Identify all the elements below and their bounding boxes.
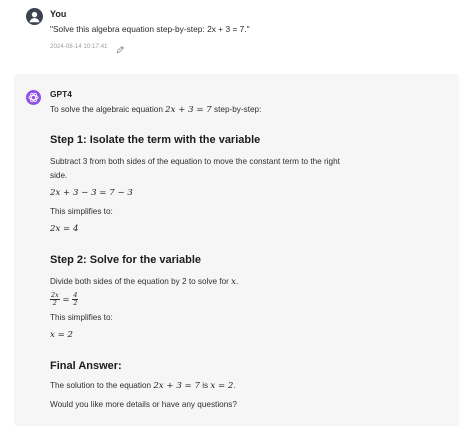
- user-message-text: "Solve this algebra equation step-by-ste…: [50, 24, 250, 34]
- followup-question: Would you like more details or have any …: [50, 400, 237, 409]
- step2-simplifies-text: This simplifies to:: [50, 313, 113, 322]
- final-answer-prefix: The solution to the equation: [50, 381, 152, 390]
- step1-text-line1: Subtract 3 from both sides of the equati…: [50, 157, 340, 166]
- assistant-message: GPT4 To solve the algebraic equation 2x …: [14, 74, 459, 426]
- intro-equation: 2x + 3 = 7: [165, 105, 212, 115]
- step1-text-line2: side.: [50, 171, 68, 180]
- step1-simplifies-text: This simplifies to:: [50, 207, 113, 216]
- user-name: You: [50, 9, 67, 19]
- final-answer-suffix: .: [233, 381, 236, 390]
- openai-logo-icon: [26, 90, 41, 105]
- step2-text-prefix: Divide both sides of the equation by 2 t…: [50, 277, 229, 286]
- right-fraction: 4 2: [72, 292, 79, 307]
- pencil-icon[interactable]: [116, 41, 125, 54]
- step2-heading: Step 2: Solve for the variable: [50, 254, 201, 266]
- intro-suffix: step-by-step:: [214, 105, 262, 114]
- step1-result-equation: 2x = 4: [50, 224, 79, 234]
- intro-prefix: To solve the algebraic equation: [50, 105, 163, 114]
- message-timestamp: 2024-08-14 10:17:41: [50, 43, 108, 50]
- right-fraction-denominator: 2: [73, 299, 78, 307]
- final-answer-equation: 2x + 3 = 7: [153, 381, 200, 391]
- user-message: You "Solve this algebra equation step-by…: [0, 0, 474, 60]
- left-fraction-denominator: 2: [52, 299, 57, 307]
- step2-result-equation: x = 2: [50, 330, 73, 340]
- step1-heading: Step 1: Isolate the term with the variab…: [50, 134, 261, 146]
- fraction-equals: =: [62, 295, 70, 305]
- final-answer-heading: Final Answer:: [50, 360, 122, 372]
- step2-text: Divide both sides of the equation by 2 t…: [50, 277, 238, 287]
- final-answer-text: The solution to the equation 2x + 3 = 7 …: [50, 381, 236, 391]
- user-avatar-icon: [26, 8, 43, 25]
- step1-equation: 2x + 3 − 3 = 7 − 3: [50, 188, 133, 198]
- step2-fraction-equation: 2x 2 = 4 2: [50, 292, 79, 307]
- final-answer-mid: is: [202, 381, 209, 390]
- left-fraction: 2x 2: [50, 292, 60, 307]
- step2-text-suffix: .: [236, 277, 239, 286]
- intro-text: To solve the algebraic equation 2x + 3 =…: [50, 105, 261, 115]
- final-answer-value: x = 2: [210, 381, 234, 391]
- assistant-name: GPT4: [50, 89, 72, 99]
